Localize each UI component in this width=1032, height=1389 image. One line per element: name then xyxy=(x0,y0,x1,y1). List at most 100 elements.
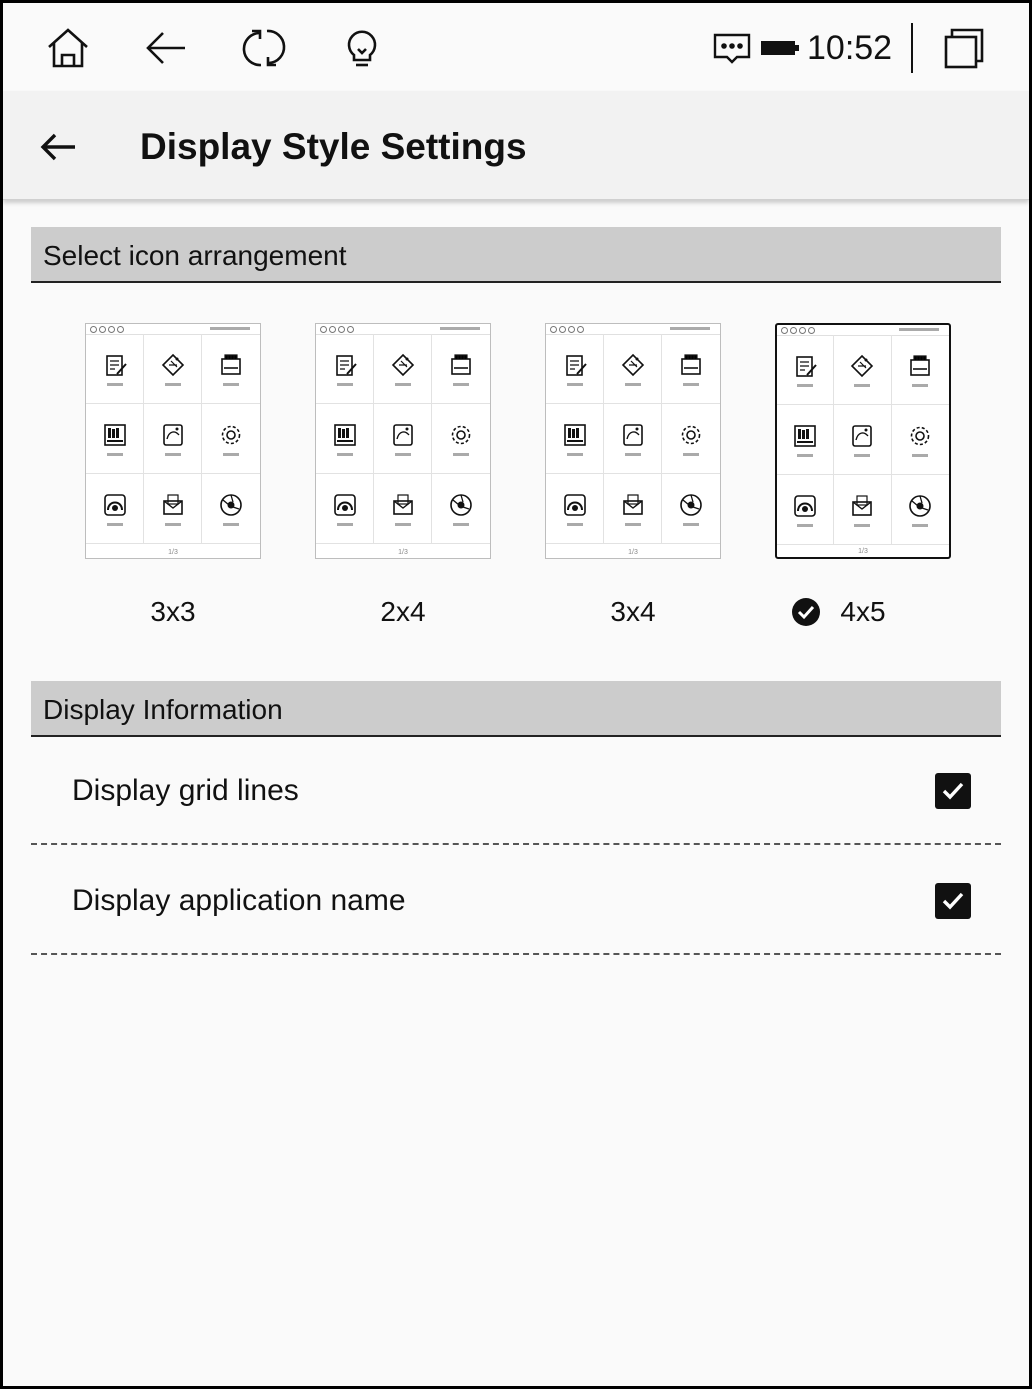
option-row-app-name[interactable]: Display application name xyxy=(31,847,1001,955)
preview-app-name xyxy=(912,383,929,387)
preview-grid xyxy=(777,335,949,545)
preview-app-name xyxy=(453,382,469,386)
preview-cell xyxy=(86,404,144,474)
preview-app-name xyxy=(683,452,699,456)
preview-cell xyxy=(834,335,892,405)
preview-cell xyxy=(834,405,892,475)
preview-cell xyxy=(86,334,144,404)
option-label-3x4[interactable]: 3x4 xyxy=(545,595,721,629)
preview-grid xyxy=(316,334,490,544)
preview-cell xyxy=(374,334,432,404)
notebook-icon xyxy=(105,354,127,376)
gallery-icon xyxy=(162,423,183,446)
dashed-divider xyxy=(31,953,1001,955)
preview-cell xyxy=(546,474,604,544)
option-label-2x4[interactable]: 2x4 xyxy=(315,595,491,629)
back-arrow-icon[interactable] xyxy=(35,123,83,171)
mail-icon xyxy=(392,493,413,515)
preview-page-indicator: 1/3 xyxy=(168,549,178,556)
status-divider xyxy=(911,23,913,73)
preview-cell xyxy=(546,404,604,474)
handwriting-icon xyxy=(563,493,586,516)
section-title: Select icon arrangement xyxy=(43,240,347,271)
page-title: Display Style Settings xyxy=(140,126,527,167)
message-icon[interactable] xyxy=(707,23,757,73)
back-arrow-icon[interactable] xyxy=(141,23,191,73)
home-icon[interactable] xyxy=(43,23,93,73)
preview-cell xyxy=(316,474,374,544)
file-manager-icon xyxy=(681,353,701,375)
preview-app-name xyxy=(624,522,641,526)
battery-icon xyxy=(755,23,805,73)
app-name-checkbox[interactable] xyxy=(935,883,971,919)
settings-icon xyxy=(451,425,471,444)
preview-cell xyxy=(604,334,662,404)
preview-app-name xyxy=(106,382,123,386)
recent-apps-icon[interactable] xyxy=(939,23,989,73)
preview-app-name xyxy=(854,383,871,387)
preview-app-name xyxy=(912,453,929,457)
option-row-grid-lines[interactable]: Display grid lines xyxy=(31,737,1001,845)
grid-lines-checkbox[interactable] xyxy=(935,773,971,809)
preview-cell xyxy=(662,404,720,474)
bookshelf-icon xyxy=(103,423,126,446)
preview-cell xyxy=(432,474,490,544)
preview-app-name xyxy=(797,523,814,527)
preview-cell xyxy=(604,404,662,474)
handwriting-icon xyxy=(333,493,356,516)
tag-icon xyxy=(161,353,184,376)
preview-app-name xyxy=(336,382,353,386)
preview-app-name xyxy=(624,452,641,456)
preview-grid xyxy=(86,334,260,544)
preview-app-name xyxy=(336,522,353,526)
gallery-icon xyxy=(392,423,413,446)
arrangement-preview-4x5[interactable]: 1/3 xyxy=(775,323,951,559)
preview-app-name xyxy=(106,522,123,526)
preview-app-name xyxy=(106,452,123,456)
browser-icon xyxy=(220,493,242,516)
preview-app-name xyxy=(394,382,411,386)
option-label: Display application name xyxy=(72,884,406,917)
preview-cell xyxy=(316,404,374,474)
notebook-icon xyxy=(335,354,357,376)
preview-grid xyxy=(546,334,720,544)
dashed-divider xyxy=(31,843,1001,845)
preview-app-name xyxy=(453,522,469,526)
preview-cell xyxy=(777,335,835,405)
preview-cell xyxy=(202,334,260,404)
file-manager-icon xyxy=(451,353,471,375)
preview-cell xyxy=(432,334,490,404)
preview-app-name xyxy=(854,523,871,527)
app-bar: Display Style Settings xyxy=(3,91,1029,200)
preview-cell xyxy=(316,334,374,404)
preview-cell xyxy=(662,474,720,544)
preview-cell xyxy=(374,404,432,474)
handwriting-icon xyxy=(794,494,816,517)
preview-app-name xyxy=(336,452,353,456)
gallery-icon xyxy=(852,424,873,447)
clock: 10:52 xyxy=(807,29,893,67)
bookshelf-icon xyxy=(333,423,356,446)
preview-cell xyxy=(144,474,202,544)
status-bar: 10:52 xyxy=(3,3,1029,91)
preview-cell xyxy=(202,474,260,544)
section-header-display-info: Display Information xyxy=(31,681,1001,737)
refresh-icon[interactable] xyxy=(239,23,289,73)
lightbulb-icon[interactable] xyxy=(337,23,387,73)
option-label-4x5[interactable]: 4x5 xyxy=(775,595,951,629)
preview-app-name xyxy=(164,522,181,526)
handwriting-icon xyxy=(103,493,126,516)
preview-app-name xyxy=(394,522,411,526)
mail-icon xyxy=(852,494,873,516)
arrangement-preview-2x4[interactable]: 1/3 xyxy=(315,323,491,559)
preview-app-name xyxy=(566,382,583,386)
preview-app-name xyxy=(223,452,239,456)
mail-icon xyxy=(622,493,643,515)
arrangement-preview-3x4[interactable]: 1/3 xyxy=(545,323,721,559)
preview-cell xyxy=(86,474,144,544)
arrangement-preview-3x3[interactable]: 1/3 xyxy=(85,323,261,559)
option-label-3x3[interactable]: 3x3 xyxy=(85,595,261,629)
preview-cell xyxy=(202,404,260,474)
preview-app-name xyxy=(797,453,814,457)
preview-cell xyxy=(891,335,949,405)
